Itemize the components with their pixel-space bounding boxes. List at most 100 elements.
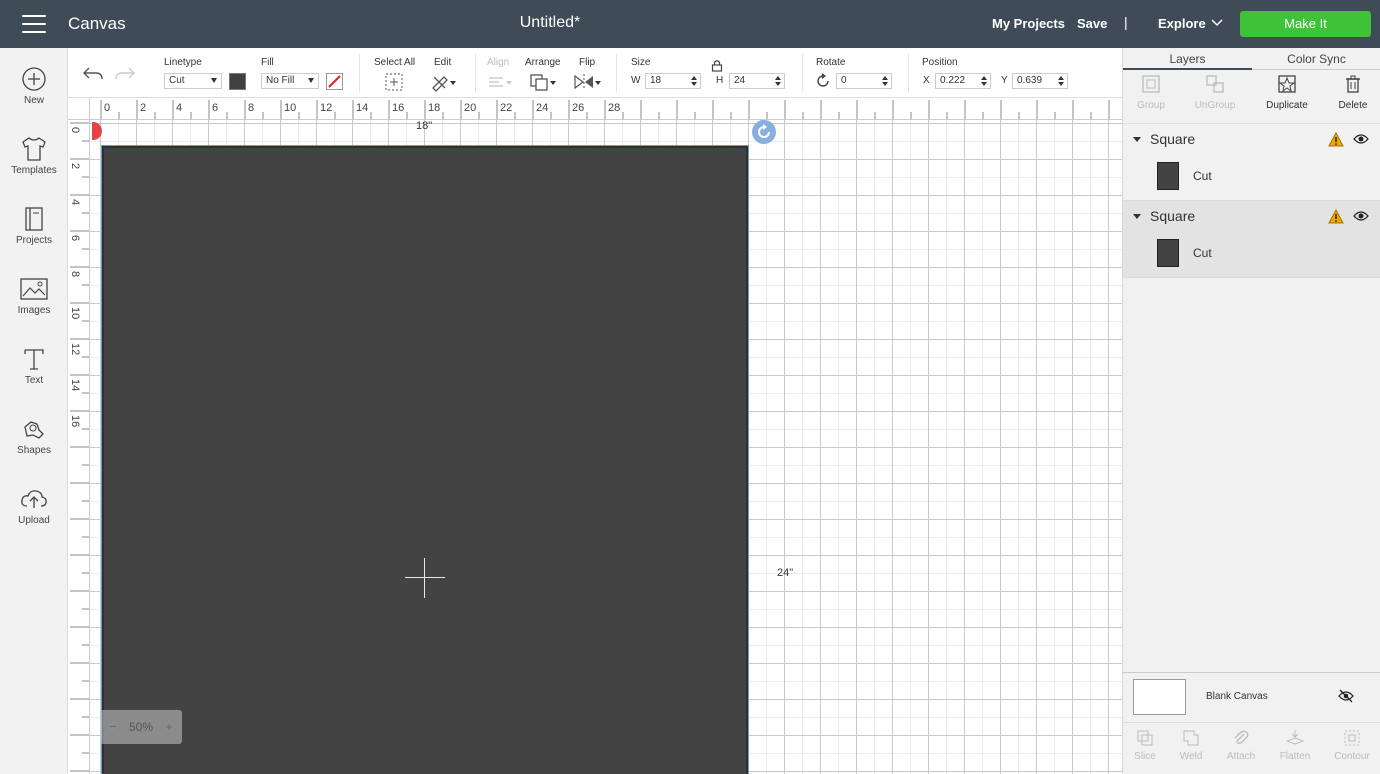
explore-menu[interactable]: Explore xyxy=(1158,16,1206,31)
sidebar-item-label: Projects xyxy=(15,235,53,246)
ruler-label: 6 xyxy=(69,235,81,241)
position-y-input[interactable]: 0.639 xyxy=(1012,73,1068,89)
warning-icon[interactable] xyxy=(1328,132,1344,147)
center-crosshair xyxy=(405,577,445,578)
stepper-icon[interactable] xyxy=(691,75,697,87)
position-x-input[interactable]: 0.222 xyxy=(935,73,991,89)
sidebar-item-projects[interactable]: Projects xyxy=(0,206,68,268)
attach-button: Attach xyxy=(1217,729,1265,762)
undo-icon[interactable] xyxy=(82,64,104,82)
duplicate-button[interactable]: Duplicate xyxy=(1255,74,1319,111)
zoom-control: − 50% + xyxy=(100,710,182,744)
ruler-label: 8 xyxy=(248,102,254,114)
linetype-value: Cut xyxy=(169,75,185,86)
ruler-label: 14 xyxy=(356,102,368,114)
paperclip-icon xyxy=(1234,730,1249,744)
width-dimension-label: 18" xyxy=(416,120,433,132)
rotate-icon xyxy=(817,73,829,87)
zoom-in-button[interactable]: + xyxy=(161,719,177,735)
weld-button: Weld xyxy=(1167,729,1215,762)
group-icon xyxy=(1142,75,1160,93)
menu-icon[interactable] xyxy=(22,15,46,33)
ungroup-button: UnGroup xyxy=(1183,74,1247,111)
rotate-label: Rotate xyxy=(816,57,846,68)
ruler-label: 24 xyxy=(536,102,548,114)
lock-icon[interactable] xyxy=(711,59,723,72)
design-canvas[interactable]: 18" 24" − 50% + xyxy=(90,120,1122,774)
height-dimension-label: 24" xyxy=(777,567,794,579)
layer-type: Cut xyxy=(1193,246,1212,260)
delete-button[interactable]: Delete xyxy=(1321,74,1380,111)
warning-icon[interactable] xyxy=(1328,209,1344,224)
text-icon xyxy=(24,349,44,370)
linetype-color-swatch[interactable] xyxy=(229,73,246,90)
save-link[interactable]: Save xyxy=(1077,16,1107,31)
tab-layers[interactable]: Layers xyxy=(1123,48,1252,70)
sidebar-item-label: Text xyxy=(24,375,44,386)
collapse-icon[interactable] xyxy=(1133,137,1141,142)
layer-group[interactable]: Square Cut xyxy=(1123,201,1380,278)
eye-icon[interactable] xyxy=(1353,210,1369,222)
group-button: Group xyxy=(1119,74,1183,111)
ruler-label: 12 xyxy=(320,102,332,114)
slice-button: Slice xyxy=(1121,729,1169,762)
height-input[interactable]: 24 xyxy=(729,73,785,89)
tab-color-sync[interactable]: Color Sync xyxy=(1252,48,1380,70)
zoom-out-button[interactable]: − xyxy=(105,719,121,735)
ruler-label: 16 xyxy=(69,415,81,427)
ruler-label: 22 xyxy=(500,102,512,114)
my-projects-link[interactable]: My Projects xyxy=(992,16,1065,31)
sidebar-item-text[interactable]: Text xyxy=(0,346,68,408)
ruler-label: 16 xyxy=(392,102,404,114)
ruler-label: 28 xyxy=(608,102,620,114)
edit-tools-icon[interactable] xyxy=(430,72,458,92)
fill-select[interactable]: No Fill xyxy=(261,73,319,89)
arrange-icon[interactable] xyxy=(529,72,559,92)
collapse-icon[interactable] xyxy=(1133,214,1141,219)
app-title: Canvas xyxy=(68,14,126,33)
sidebar-item-new[interactable]: New xyxy=(0,66,68,128)
rotate-handle[interactable] xyxy=(752,120,776,144)
tshirt-icon xyxy=(22,137,46,161)
eye-icon[interactable] xyxy=(1353,133,1369,145)
ruler-label: 2 xyxy=(69,163,81,169)
linetype-label: Linetype xyxy=(164,57,202,68)
ruler-top-ticks: 0 2 4 6 8 10 12 14 16 18 20 22 24 26 28 xyxy=(100,100,1110,119)
ruler-label: 18 xyxy=(428,102,440,114)
toolbar-separator xyxy=(475,54,476,92)
stepper-icon[interactable] xyxy=(775,75,781,87)
no-fill-swatch[interactable] xyxy=(326,73,343,90)
layer-thumbnail xyxy=(1157,162,1179,190)
duplicate-icon xyxy=(1278,75,1296,93)
flatten-button: Flatten xyxy=(1271,729,1319,762)
sidebar-item-upload[interactable]: Upload xyxy=(0,486,68,548)
width-input[interactable]: 18 xyxy=(645,73,701,89)
stepper-icon[interactable] xyxy=(981,75,987,87)
linetype-select[interactable]: Cut xyxy=(164,73,222,89)
square-shape[interactable] xyxy=(101,145,749,774)
toolbar-separator xyxy=(802,54,803,92)
sidebar-item-label: Upload xyxy=(18,515,50,526)
stepper-icon[interactable] xyxy=(1058,75,1064,87)
layer-group[interactable]: Square Cut xyxy=(1123,124,1380,201)
trash-icon xyxy=(1346,75,1360,93)
ruler-label: 26 xyxy=(572,102,584,114)
select-all-icon[interactable] xyxy=(384,72,404,92)
left-sidebar: New Templates Projects Images Text Shape… xyxy=(0,48,68,774)
stepper-icon[interactable] xyxy=(882,75,888,87)
blank-canvas-row[interactable]: Blank Canvas xyxy=(1123,672,1380,722)
ruler-label: 10 xyxy=(69,307,81,319)
make-it-button[interactable]: Make It xyxy=(1240,11,1371,37)
duplicate-label: Duplicate xyxy=(1266,100,1308,111)
chevron-down-icon[interactable] xyxy=(1210,17,1224,29)
sidebar-item-shapes[interactable]: Shapes xyxy=(0,416,68,478)
blank-canvas-label: Blank Canvas xyxy=(1206,691,1268,702)
sidebar-item-images[interactable]: Images xyxy=(0,276,68,338)
sidebar-item-templates[interactable]: Templates xyxy=(0,136,68,198)
bottom-tools: Slice Weld Attach Flatten Contour xyxy=(1123,722,1380,774)
flip-icon[interactable] xyxy=(573,72,603,92)
layers-list: Square Cut Square Cut xyxy=(1123,123,1380,278)
rotate-input[interactable]: 0 xyxy=(836,73,892,89)
eye-hidden-icon[interactable] xyxy=(1338,689,1354,703)
ruler-label: 20 xyxy=(464,102,476,114)
